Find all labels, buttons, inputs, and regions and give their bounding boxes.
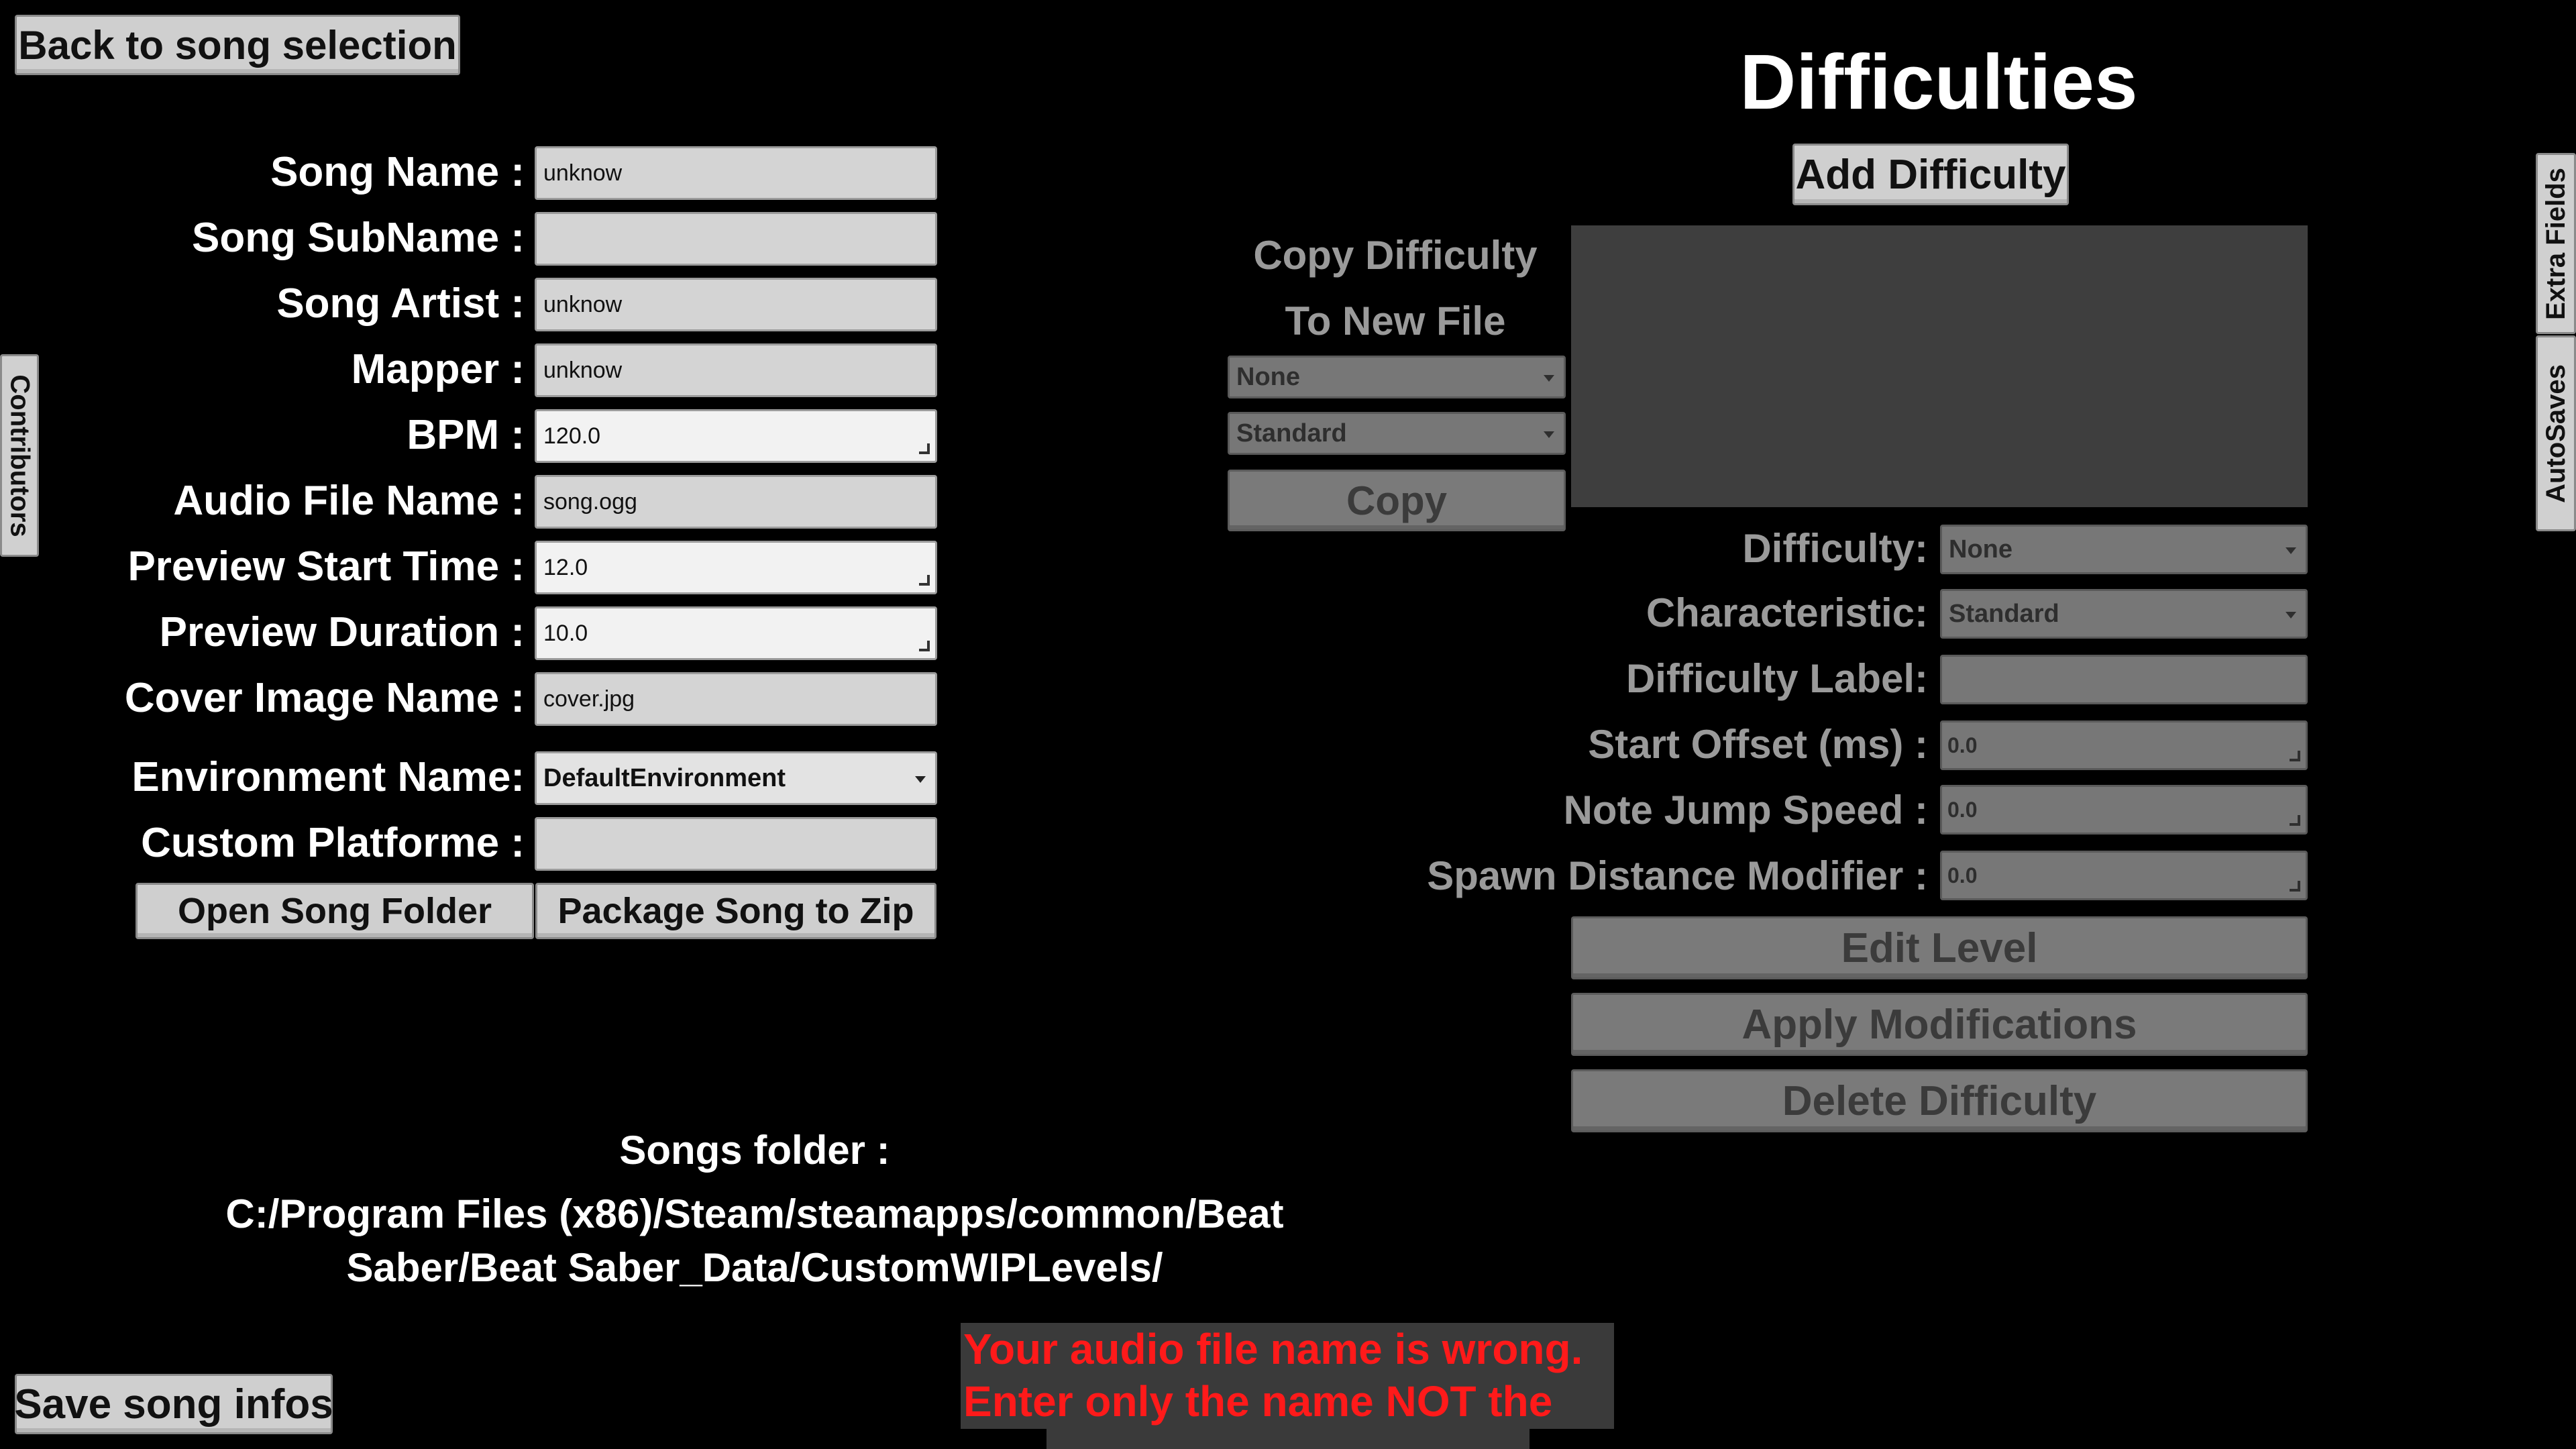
preview-duration-label: Preview Duration : <box>159 609 525 655</box>
copy-characteristic-select[interactable]: Standard <box>1228 412 1566 455</box>
add-difficulty-label: Add Difficulty <box>1795 151 2066 198</box>
difficulty-select-value: None <box>1949 535 2012 564</box>
open-song-folder-button[interactable]: Open Song Folder <box>136 883 534 939</box>
mapper-input[interactable]: unknow <box>535 343 937 397</box>
cover-image-name-input[interactable]: cover.jpg <box>535 672 937 726</box>
package-song-label: Package Song to Zip <box>557 891 914 931</box>
song-name-label: Song Name : <box>270 149 525 195</box>
characteristic-select-value: Standard <box>1949 599 2059 628</box>
preview-duration-input[interactable]: 10.0 <box>535 606 937 660</box>
preview-duration-value: 10.0 <box>543 620 588 646</box>
difficulty-label-text: Difficulty: <box>1742 526 1928 571</box>
add-difficulty-button[interactable]: Add Difficulty <box>1792 144 2069 205</box>
custom-platforme-input[interactable] <box>535 817 937 871</box>
audio-file-name-label: Audio File Name : <box>173 478 525 524</box>
bpm-label: BPM : <box>407 412 525 458</box>
error-line-1: Your audio file name is wrong. <box>963 1325 1583 1373</box>
copy-difficulty-select-value: None <box>1236 362 1300 391</box>
characteristic-select[interactable]: Standard <box>1940 589 2308 639</box>
start-offset-label: Start Offset (ms) : <box>1588 722 1928 767</box>
environment-name-dropdown[interactable]: DefaultEnvironment <box>535 751 937 805</box>
difficulties-title: Difficulties <box>1739 38 2138 125</box>
songs-folder-path-line1: C:/Program Files (x86)/Steam/steamapps/c… <box>225 1191 1284 1236</box>
song-subname-label: Song SubName : <box>191 215 525 261</box>
copy-difficulty-title-line2: To New File <box>1285 299 1506 343</box>
spawn-distance-modifier-value: 0.0 <box>1947 863 1978 888</box>
package-song-to-zip-button[interactable]: Package Song to Zip <box>535 883 936 939</box>
environment-name-value: DefaultEnvironment <box>543 763 786 792</box>
autosaves-tab[interactable]: AutoSaves <box>2536 335 2576 531</box>
spawn-distance-modifier-label: Spawn Distance Modifier : <box>1427 853 1928 898</box>
error-box-underline <box>1046 1429 1529 1449</box>
resize-handle-icon <box>919 641 930 651</box>
open-song-folder-label: Open Song Folder <box>178 891 492 931</box>
contributors-tab-label: Contributors <box>5 374 35 537</box>
note-jump-speed-input[interactable]: 0.0 <box>1940 785 2308 835</box>
characteristic-label: Characteristic: <box>1646 590 1928 635</box>
bpm-input[interactable]: 120.0 <box>535 409 937 463</box>
resize-handle-icon <box>2290 815 2300 826</box>
note-jump-speed-value: 0.0 <box>1947 797 1978 822</box>
song-subname-input[interactable] <box>535 212 937 266</box>
custom-platforme-label: Custom Platforme : <box>141 820 525 866</box>
extra-fields-tab[interactable]: Extra Fields <box>2536 153 2576 334</box>
copy-characteristic-select-value: Standard <box>1236 419 1347 447</box>
copy-button[interactable]: Copy <box>1228 470 1566 531</box>
difficulty-label-input[interactable] <box>1940 655 2308 704</box>
mapper-label: Mapper : <box>351 346 525 392</box>
song-artist-input[interactable]: unknow <box>535 278 937 331</box>
start-offset-input[interactable]: 0.0 <box>1940 720 2308 770</box>
save-song-infos-label: Save song infos <box>14 1381 333 1428</box>
audio-file-error-message: Your audio file name is wrong. Enter onl… <box>961 1323 1614 1429</box>
copy-button-label: Copy <box>1346 478 1447 523</box>
edit-level-label: Edit Level <box>1841 924 2038 971</box>
preview-start-time-value: 12.0 <box>543 554 588 580</box>
copy-difficulty-title: Copy Difficulty To New File <box>1228 223 1563 354</box>
back-to-song-selection-button[interactable]: Back to song selection <box>15 15 460 75</box>
song-artist-label: Song Artist : <box>276 280 525 327</box>
resize-handle-icon <box>919 443 930 454</box>
difficulty-select[interactable]: None <box>1940 525 2308 574</box>
apply-modifications-label: Apply Modifications <box>1741 1001 2137 1048</box>
chevron-down-icon <box>2286 612 2296 619</box>
difficulty-label-field-label: Difficulty Label: <box>1625 656 1928 701</box>
chevron-down-icon <box>915 776 926 783</box>
song-name-input[interactable]: unknow <box>535 146 937 200</box>
difficulty-list-panel[interactable] <box>1571 225 2308 507</box>
delete-difficulty-label: Delete Difficulty <box>1782 1077 2097 1124</box>
apply-modifications-button[interactable]: Apply Modifications <box>1571 993 2308 1056</box>
start-offset-value: 0.0 <box>1947 733 1978 757</box>
spawn-distance-modifier-input[interactable]: 0.0 <box>1940 851 2308 900</box>
audio-file-name-input[interactable]: song.ogg <box>535 475 937 529</box>
cover-image-name-label: Cover Image Name : <box>124 675 525 721</box>
preview-start-time-label: Preview Start Time : <box>127 543 525 590</box>
chevron-down-icon <box>1544 375 1554 382</box>
copy-difficulty-title-line1: Copy Difficulty <box>1253 233 1538 278</box>
songs-folder-path: C:/Program Files (x86)/Steam/steamapps/c… <box>134 1187 1375 1295</box>
delete-difficulty-button[interactable]: Delete Difficulty <box>1571 1069 2308 1132</box>
save-song-infos-button[interactable]: Save song infos <box>14 1374 333 1434</box>
contributors-tab[interactable]: Contributors <box>0 354 39 557</box>
preview-start-time-input[interactable]: 12.0 <box>535 541 937 594</box>
extra-fields-tab-label: Extra Fields <box>2540 167 2571 320</box>
resize-handle-icon <box>2290 751 2300 761</box>
bpm-value: 120.0 <box>543 423 601 449</box>
error-line-2: Enter only the name NOT the path. <box>963 1377 1553 1426</box>
resize-handle-icon <box>2290 881 2300 892</box>
note-jump-speed-label: Note Jump Speed : <box>1563 788 1928 833</box>
chevron-down-icon <box>2286 547 2296 554</box>
songs-folder-path-line2: Saber/Beat Saber_Data/CustomWIPLevels/ <box>346 1245 1163 1290</box>
songs-folder-label: Songs folder : <box>619 1128 890 1173</box>
back-button-label: Back to song selection <box>18 22 457 68</box>
chevron-down-icon <box>1544 431 1554 438</box>
environment-name-label: Environment Name: <box>131 754 525 800</box>
resize-handle-icon <box>919 575 930 586</box>
edit-level-button[interactable]: Edit Level <box>1571 916 2308 979</box>
autosaves-tab-label: AutoSaves <box>2540 364 2571 503</box>
copy-difficulty-select[interactable]: None <box>1228 356 1566 398</box>
